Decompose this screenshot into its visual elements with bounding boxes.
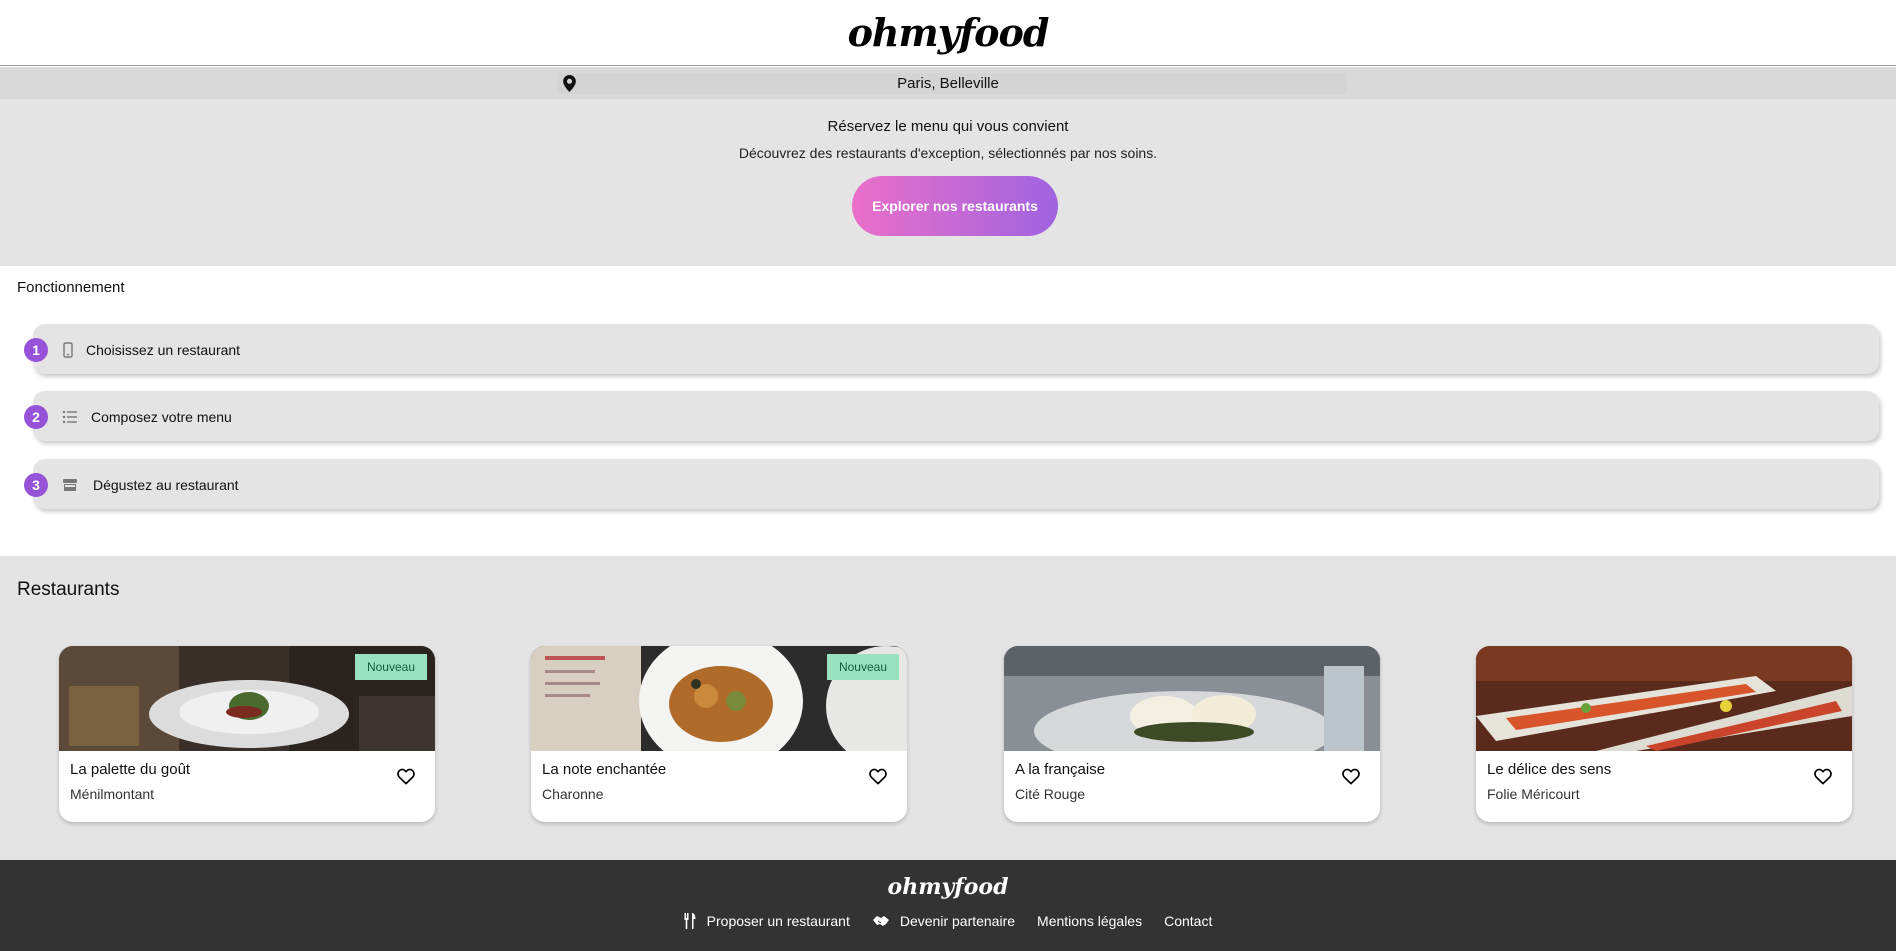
restaurant-area: Folie Méricourt xyxy=(1487,786,1580,802)
restaurant-name: La palette du goût xyxy=(70,761,191,778)
handshake-icon xyxy=(872,916,889,926)
store-icon xyxy=(63,479,77,491)
heart-icon[interactable] xyxy=(397,768,415,785)
step-label-2: Composez votre menu xyxy=(91,409,232,425)
logo[interactable]: ohmyfood xyxy=(848,10,1050,55)
restaurant-name: Le délice des sens xyxy=(1487,761,1612,778)
become-partner-link[interactable]: Devenir partenaire xyxy=(872,913,1015,929)
legal-notice-link[interactable]: Mentions légales xyxy=(1037,913,1142,929)
restaurant-card-4[interactable]: Le délice des sens Folie Méricourt xyxy=(1476,646,1852,822)
restaurant-area: Ménilmontant xyxy=(70,786,155,802)
heart-icon[interactable] xyxy=(1814,768,1832,785)
restaurant-area: Charonne xyxy=(542,786,604,802)
utensils-icon xyxy=(684,913,696,929)
how-it-works-title: Fonctionnement xyxy=(17,279,125,296)
new-badge: Nouveau xyxy=(354,654,427,680)
restaurant-card-2[interactable]: Nouveau La note enchantée Charonne xyxy=(531,646,907,822)
restaurant-name: La note enchantée xyxy=(542,761,667,778)
step-number-2: 2 xyxy=(24,405,48,429)
explore-restaurants-button[interactable]: Explorer nos restaurants xyxy=(852,176,1058,236)
header: ohmyfood xyxy=(0,0,1896,66)
propose-restaurant-link[interactable]: Proposer un restaurant xyxy=(684,913,850,929)
restaurant-card-3[interactable]: A la française Cité Rouge xyxy=(1004,646,1380,822)
contact-link[interactable]: Contact xyxy=(1164,913,1212,929)
new-badge: Nouveau xyxy=(826,654,899,680)
contact-label: Contact xyxy=(1164,913,1213,929)
legal-notice-label: Mentions légales xyxy=(1037,913,1143,929)
step-card-1 xyxy=(33,324,1879,374)
step-number-1: 1 xyxy=(24,338,48,362)
step-label-3: Dégustez au restaurant xyxy=(93,477,239,493)
location-text: Paris, Belleville xyxy=(897,75,999,92)
step-card-3 xyxy=(33,459,1879,509)
list-icon xyxy=(62,410,77,424)
footer-links: Proposer un restaurant Devenir partenair… xyxy=(0,913,1896,929)
hero-title: Réservez le menu qui vous convient xyxy=(827,118,1069,135)
step-card-2 xyxy=(33,391,1879,441)
restaurant-photo-4 xyxy=(1476,646,1852,751)
restaurant-photo-3 xyxy=(1004,646,1380,751)
heart-icon[interactable] xyxy=(1342,768,1360,785)
restaurant-card-1[interactable]: Nouveau La palette du goût Ménilmontant xyxy=(59,646,435,822)
heart-icon[interactable] xyxy=(869,768,887,785)
restaurant-area: Cité Rouge xyxy=(1015,786,1086,802)
footer-logo[interactable]: ohmyfood xyxy=(0,874,1896,900)
phone-icon xyxy=(63,342,73,358)
propose-restaurant-label: Proposer un restaurant xyxy=(706,913,850,929)
restaurants-title: Restaurants xyxy=(17,579,120,600)
become-partner-label: Devenir partenaire xyxy=(899,913,1016,929)
step-number-3: 3 xyxy=(24,473,48,497)
restaurant-name: A la française xyxy=(1015,761,1106,778)
step-label-1: Choisissez un restaurant xyxy=(86,342,241,358)
hero-subtitle: Découvrez des restaurants d'exception, s… xyxy=(738,145,1158,161)
